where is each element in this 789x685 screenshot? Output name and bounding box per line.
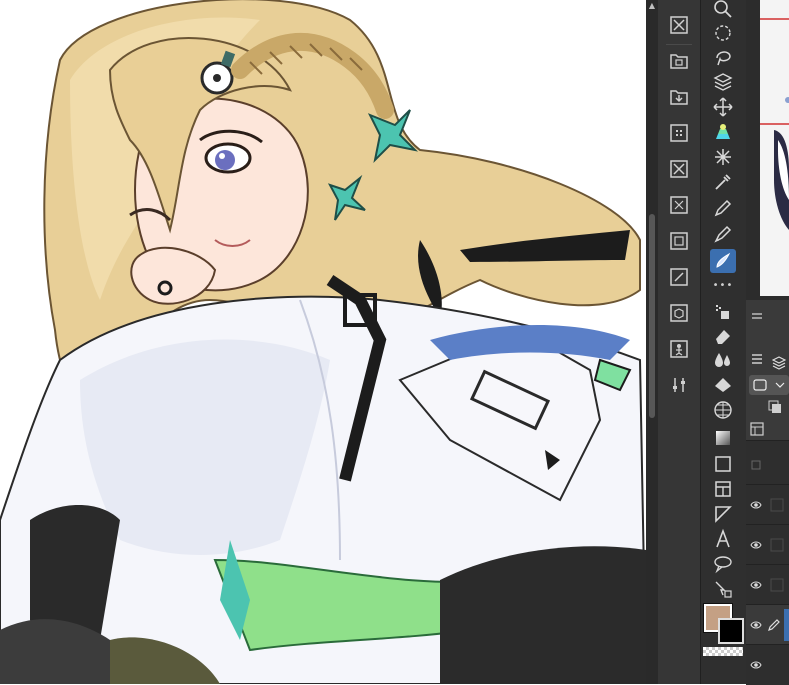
figure-icon[interactable]: [666, 336, 692, 362]
blend-icon[interactable]: [710, 348, 736, 372]
zoom-icon[interactable]: [710, 0, 736, 21]
magic-wand-icon[interactable]: [710, 145, 736, 169]
command-bar: [658, 0, 700, 684]
display-icon[interactable]: [666, 228, 692, 254]
layer-thumb-icon: [770, 578, 784, 592]
grid-tool-icon[interactable]: [710, 398, 736, 422]
blend-mode-select[interactable]: [749, 375, 789, 395]
more-dots-icon[interactable]: •••: [710, 280, 736, 291]
text-icon[interactable]: [710, 527, 736, 551]
eye-icon[interactable]: [750, 659, 762, 671]
layer-row[interactable]: [746, 644, 789, 685]
navigator-preview[interactable]: [760, 0, 789, 296]
settings-icon[interactable]: [666, 372, 692, 398]
pen-edit-icon: [768, 619, 780, 631]
scroll-up-arrow-icon[interactable]: ▲: [646, 0, 658, 12]
eyedropper-icon[interactable]: [710, 170, 736, 194]
lasso-icon[interactable]: [710, 21, 736, 45]
import-icon[interactable]: [666, 84, 692, 110]
eye-icon[interactable]: [750, 619, 762, 631]
speech-balloon-icon[interactable]: [710, 552, 736, 576]
fill-bucket-icon[interactable]: [710, 373, 736, 397]
right-panel: [746, 0, 789, 685]
free-select-icon[interactable]: [710, 45, 736, 69]
layer-thumbnail: [784, 609, 789, 641]
illustration-canvas[interactable]: [0, 0, 646, 684]
ruler-icon[interactable]: [710, 502, 736, 526]
layer-row[interactable]: [746, 524, 789, 565]
object-icon[interactable]: [666, 300, 692, 326]
grid-icon[interactable]: [666, 120, 692, 146]
layer-select-icon[interactable]: [710, 70, 736, 94]
layer-thumb-icon: [770, 538, 784, 552]
clear-icon[interactable]: [666, 156, 692, 182]
eye-icon[interactable]: [750, 499, 762, 511]
airbrush-icon[interactable]: [710, 300, 736, 324]
eye-icon[interactable]: [750, 459, 762, 471]
frame-icon[interactable]: [710, 477, 736, 501]
layer-stack-icon[interactable]: [772, 356, 786, 370]
move-icon[interactable]: [710, 95, 736, 119]
tool-bar: •••: [700, 0, 747, 684]
gradient-icon[interactable]: [710, 426, 736, 450]
divider: [666, 44, 692, 45]
scroll-thumb[interactable]: [649, 214, 655, 418]
chevron-down-icon: [775, 382, 785, 388]
eye-icon[interactable]: [750, 579, 762, 591]
fill-icon[interactable]: [710, 120, 736, 144]
correct-line-icon[interactable]: [710, 577, 736, 601]
pen-icon[interactable]: [710, 196, 736, 220]
layer-panel-header: [746, 300, 789, 450]
layer-mode-icon: [753, 379, 767, 391]
close-file-icon[interactable]: [666, 12, 692, 38]
save-icon[interactable]: [666, 48, 692, 74]
transparent-color-swatch[interactable]: [703, 647, 743, 656]
edit-icon[interactable]: [666, 264, 692, 290]
reference-layer-icon[interactable]: [750, 422, 764, 436]
eraser-icon[interactable]: [710, 324, 736, 348]
layer-row[interactable]: [746, 440, 789, 485]
layer-row[interactable]: [746, 564, 789, 605]
resize-icon[interactable]: [666, 192, 692, 218]
layer-thumb-icon: [770, 498, 784, 512]
layer-row-active[interactable]: [746, 604, 789, 645]
brush-icon[interactable]: [710, 249, 736, 273]
menu-icon[interactable]: [750, 352, 764, 366]
sub-color-swatch[interactable]: [718, 618, 744, 644]
pencil-icon[interactable]: [710, 222, 736, 246]
eye-icon[interactable]: [750, 539, 762, 551]
clipping-icon[interactable]: [768, 400, 782, 414]
rectangle-icon[interactable]: [710, 452, 736, 476]
canvas-scrollbar[interactable]: ▲: [646, 0, 658, 684]
layer-row[interactable]: [746, 484, 789, 525]
layer-properties-icon[interactable]: [750, 310, 764, 324]
